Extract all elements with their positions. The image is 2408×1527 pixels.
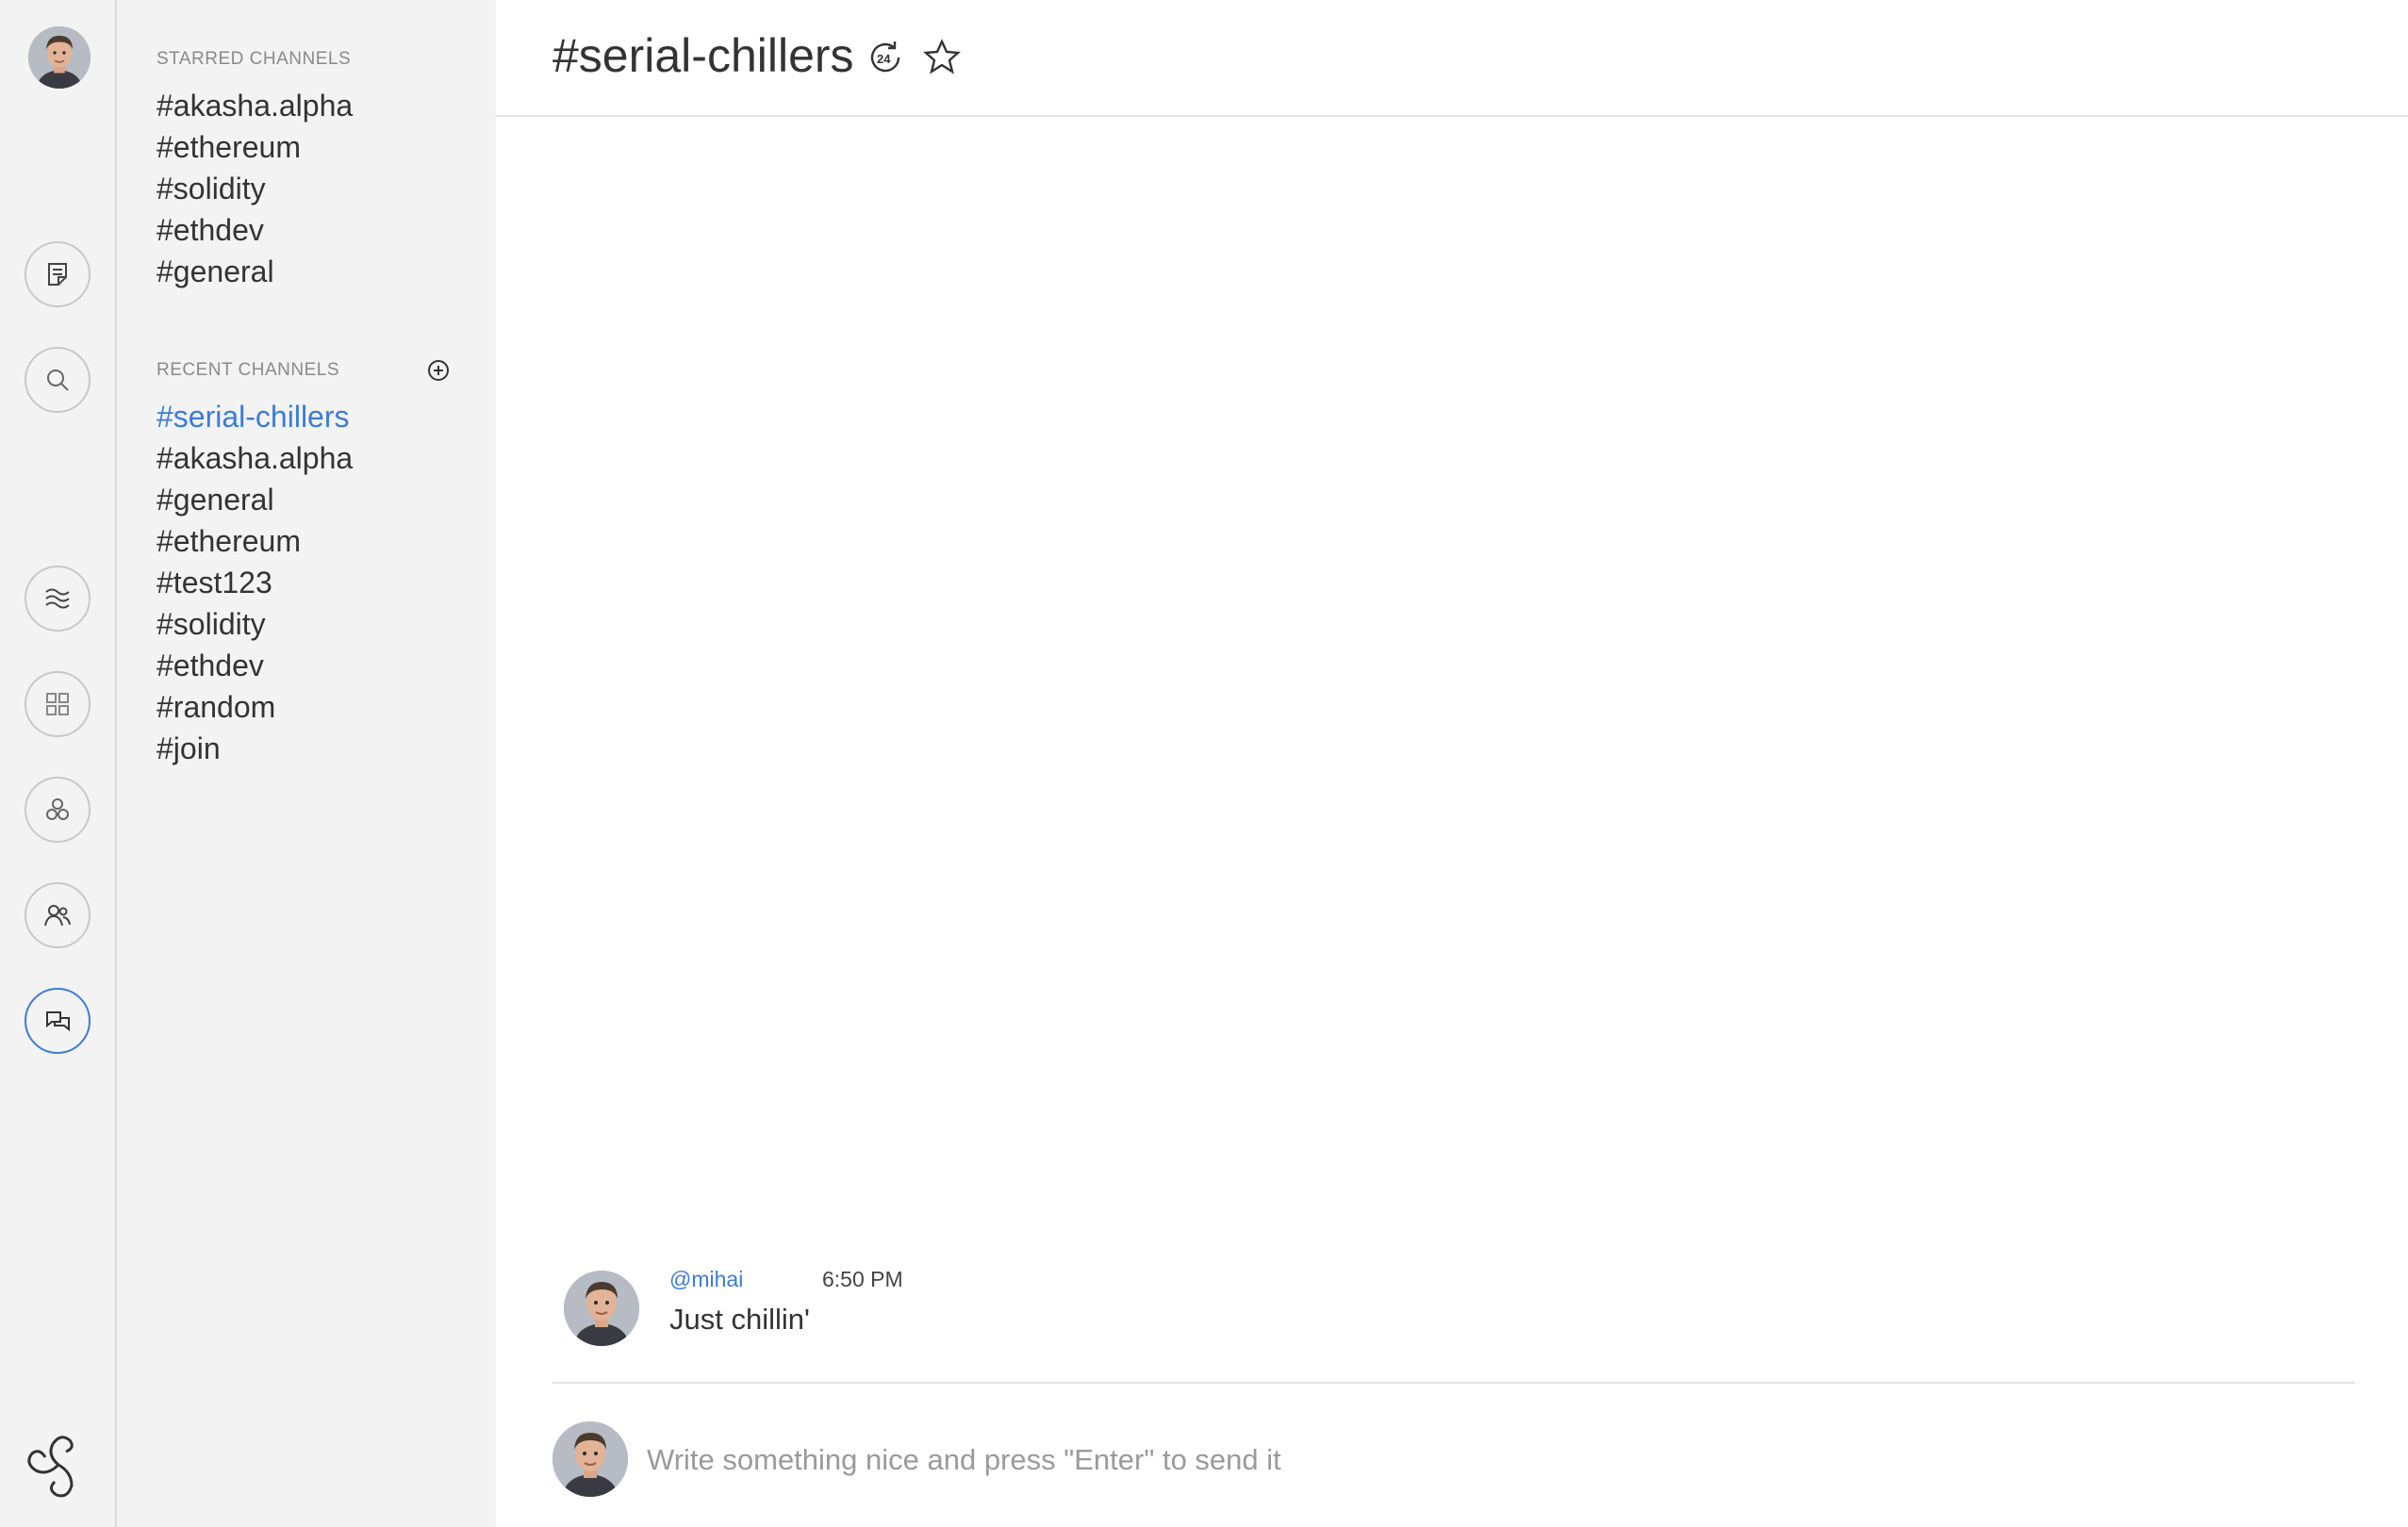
channels-sidebar: STARRED CHANNELS #akasha.alpha #ethereum…	[117, 0, 496, 1527]
channel-item[interactable]: #ethdev	[157, 645, 353, 686]
svg-text:24: 24	[877, 52, 891, 66]
waves-icon[interactable]	[25, 566, 91, 632]
channel-item[interactable]: #ethereum	[157, 126, 353, 168]
message-input[interactable]	[645, 1429, 2346, 1491]
communities-icon[interactable]	[25, 777, 91, 843]
recent-channels-list: #serial-chillers #akasha.alpha #general …	[157, 396, 353, 769]
starred-channels-title: STARRED CHANNELS	[157, 49, 352, 69]
channel-item[interactable]: #solidity	[157, 168, 353, 209]
avatar	[553, 1421, 628, 1497]
chat-icon[interactable]	[25, 988, 91, 1054]
icon-rail	[0, 0, 117, 1527]
search-icon[interactable]	[25, 347, 91, 413]
message-text: Just chillin'	[669, 1303, 810, 1336]
chat-main: #serial-chillers 24 @mihai 6:50 PM Just …	[496, 0, 2408, 1527]
add-channel-icon[interactable]	[424, 356, 453, 385]
composer-divider	[553, 1382, 2355, 1384]
channel-item[interactable]: #ethdev	[157, 209, 353, 251]
channel-item[interactable]: #akasha.alpha	[157, 437, 353, 479]
starred-channels-list: #akasha.alpha #ethereum #solidity #ethde…	[157, 85, 353, 292]
channel-item-active[interactable]: #serial-chillers	[157, 396, 353, 437]
recent-channels-title: RECENT CHANNELS	[157, 360, 340, 380]
channel-header: #serial-chillers 24	[496, 0, 2408, 117]
channel-item[interactable]: #general	[157, 479, 353, 520]
message-time: 6:50 PM	[822, 1267, 903, 1291]
message-item: @mihai 6:50 PM Just chillin'	[564, 1267, 2261, 1352]
channel-title: #serial-chillers	[553, 29, 854, 82]
user-avatar[interactable]	[28, 26, 91, 89]
channel-item[interactable]: #solidity	[157, 603, 353, 645]
channel-item[interactable]: #random	[157, 686, 353, 728]
channel-item[interactable]: #test123	[157, 562, 353, 603]
akasha-logo-icon[interactable]	[19, 1423, 98, 1502]
channel-item[interactable]: #join	[157, 728, 353, 769]
message-author[interactable]: @mihai	[669, 1267, 743, 1292]
grid-icon[interactable]	[25, 671, 91, 737]
channel-item[interactable]: #akasha.alpha	[157, 85, 353, 126]
star-icon[interactable]	[922, 38, 962, 77]
24h-history-icon[interactable]: 24	[866, 38, 905, 77]
channel-item[interactable]: #ethereum	[157, 520, 353, 562]
people-icon[interactable]	[25, 882, 91, 948]
note-icon[interactable]	[25, 241, 91, 307]
avatar[interactable]	[564, 1271, 639, 1346]
channel-item[interactable]: #general	[157, 251, 353, 292]
